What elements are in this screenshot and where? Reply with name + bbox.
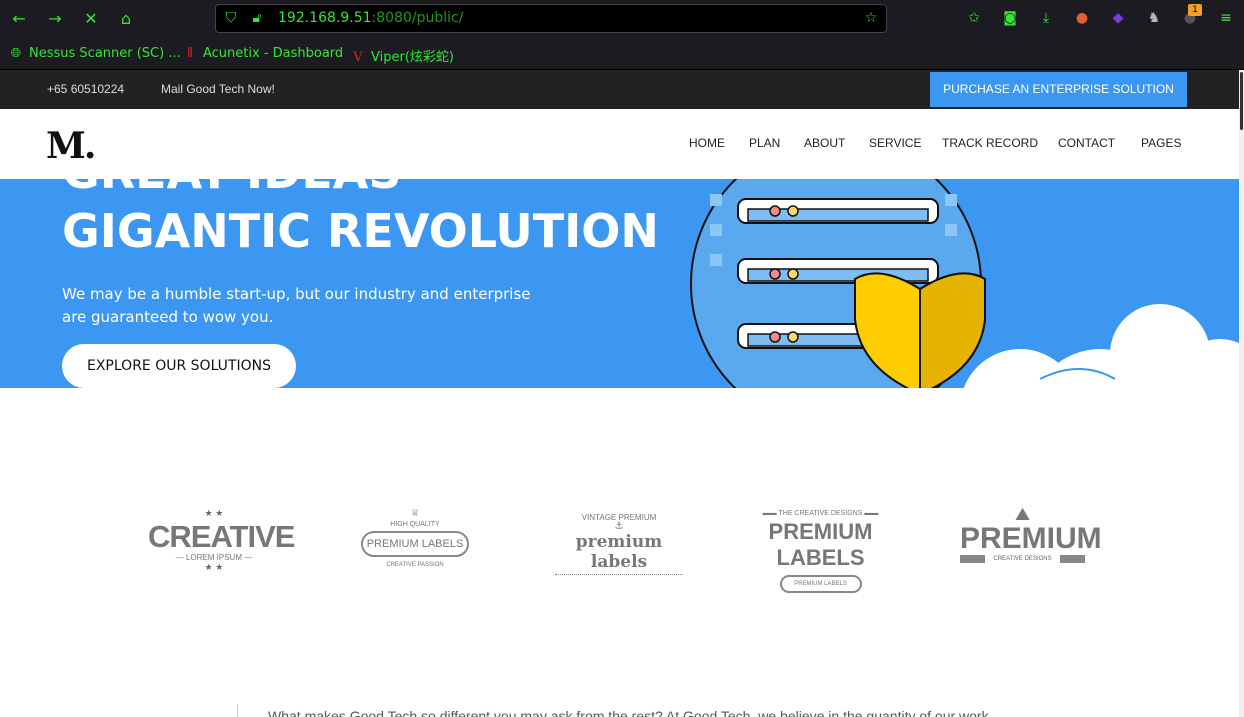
brand-creative: ★ ★ CREATIVE — LOREM IPSUM — ★ ★ — [148, 508, 295, 572]
brand4-sub: PREMIUM LABELS — [779, 575, 862, 593]
about-intro-text: What makes Good Tech so different you ma… — [268, 708, 989, 717]
extension-spy-icon[interactable]: ♞ — [1144, 8, 1164, 28]
extension-cookie-icon[interactable]: ● — [1072, 8, 1092, 28]
top-info-bar: +65 60510224 Mail Good Tech Now! PURCHAS… — [0, 70, 1239, 109]
brand4-main: PREMIUM LABELS — [768, 519, 873, 570]
reading-list-icon[interactable]: ✩ — [964, 8, 984, 28]
scrollbar-thumb[interactable] — [1240, 72, 1243, 130]
mail-link[interactable]: Mail Good Tech Now! — [161, 82, 275, 96]
hero-illustration — [690, 179, 1239, 388]
bookmark-acunetix[interactable]: ⦀ Acunetix - Dashboard — [182, 46, 343, 61]
mountain-icon: ⛰︎ — [1014, 504, 1031, 524]
nav-home[interactable]: HOME — [689, 136, 725, 150]
home-icon[interactable]: ⌂ — [115, 8, 137, 30]
site-logo[interactable]: M. — [46, 125, 96, 167]
browser-toolbar: ← → ✕ ⌂ ⛉ 🔓︎ 192.168.9.51:8080/public/ ☆… — [0, 0, 1244, 37]
menu-icon[interactable]: ≡ — [1216, 8, 1236, 28]
globe-icon: 🌐︎ — [10, 46, 22, 61]
shield-icon[interactable]: ⛉ — [222, 9, 240, 27]
brand3-main: premium labels — [555, 532, 683, 575]
brand4-top: ▬▬ THE CREATIVE DESIGNS ▬▬ — [762, 510, 879, 517]
brand-premium-labels-badge: ♕ HIGH QUALITY PREMIUM LABELS CREATIVE P… — [355, 508, 475, 588]
url-text[interactable]: 192.168.9.51:8080/public/ — [278, 10, 463, 26]
bookmark-star-icon[interactable]: ☆ — [862, 9, 880, 27]
explore-solutions-button[interactable]: EXPLORE OUR SOLUTIONS — [62, 344, 296, 388]
brand-creative-designs: ▬▬ THE CREATIVE DESIGNS ▬▬ PREMIUM LABEL… — [738, 510, 903, 593]
url-path: :8080/public/ — [371, 10, 464, 26]
brand-vintage-premium: VINTAGE PREMIUM ⚓︎ premium labels — [555, 513, 683, 575]
url-host: 192.168.9.51 — [278, 10, 372, 26]
notification-badge: 1 — [1188, 4, 1202, 16]
page-scrollbar[interactable] — [1239, 70, 1244, 717]
anchor-icon: ⚓︎ — [614, 521, 624, 532]
back-icon[interactable]: ← — [8, 8, 30, 30]
acunetix-icon: ⦀ — [187, 46, 193, 61]
hero-section: GREAT IDEAS GIGANTIC REVOLUTION We may b… — [0, 179, 1239, 388]
brands-section: ★ ★ CREATIVE — LOREM IPSUM — ★ ★ ♕ HIGH … — [0, 388, 1239, 717]
extension-purple-icon[interactable]: ◆ — [1108, 8, 1128, 28]
phone-number[interactable]: +65 60510224 — [47, 82, 124, 96]
insecure-lock-icon[interactable]: 🔓︎ — [248, 9, 266, 27]
crown-icon: ♕ — [410, 508, 420, 519]
brand4-top-text: THE CREATIVE DESIGNS — [778, 510, 863, 517]
nav-plan[interactable]: PLAN — [749, 136, 780, 150]
bookmark-label: Acunetix - Dashboard — [203, 46, 344, 61]
brand5-sub: CREATIVE DESIGNS — [960, 555, 1085, 563]
bookmark-label: Nessus Scanner (SC) ... — [29, 46, 181, 61]
brand2-top: HIGH QUALITY — [390, 521, 440, 528]
nav-pages[interactable]: PAGES — [1141, 136, 1181, 150]
bookmark-label: Viper(炫彩蛇) — [371, 50, 454, 65]
brand5-main: PREMIUM — [960, 522, 1102, 555]
stop-icon[interactable]: ✕ — [80, 8, 102, 30]
brand-creative-main: CREATIVE — [148, 519, 295, 554]
main-navbar: M. HOME PLAN ABOUT SERVICE TRACK RECORD … — [0, 109, 1239, 179]
forward-icon[interactable]: → — [44, 8, 66, 30]
page-viewport: +65 60510224 Mail Good Tech Now! PURCHAS… — [0, 70, 1239, 717]
download-icon[interactable]: ⤓ — [1036, 8, 1056, 28]
nav-contact[interactable]: CONTACT — [1058, 136, 1115, 150]
divider — [237, 704, 238, 717]
hero-title-line1: GREAT IDEAS — [62, 179, 401, 199]
address-bar[interactable]: ⛉ 🔓︎ 192.168.9.51:8080/public/ ☆ — [215, 4, 887, 33]
pocket-icon[interactable]: ◙ — [1000, 8, 1020, 28]
bookmark-viper[interactable]: V Viper(炫彩蛇) — [350, 46, 454, 65]
hero-subtitle: We may be a humble start-up, but our ind… — [62, 285, 531, 326]
brand-creative-sub-text: LOREM IPSUM — [185, 553, 242, 562]
hero-title-line2: GIGANTIC REVOLUTION — [62, 204, 659, 258]
viper-icon: V — [353, 50, 363, 65]
brand-premium-mountain: ⛰︎ PREMIUM CREATIVE DESIGNS — [960, 504, 1102, 580]
nav-about[interactable]: ABOUT — [804, 136, 845, 150]
nav-track-record[interactable]: TRACK RECORD — [942, 136, 1038, 150]
brand2-main: PREMIUM LABELS — [361, 531, 469, 557]
bookmark-nessus[interactable]: 🌐︎ Nessus Scanner (SC) ... — [8, 46, 181, 61]
nav-service[interactable]: SERVICE — [869, 136, 921, 150]
purchase-enterprise-button[interactable]: PURCHASE AN ENTERPRISE SOLUTION — [930, 72, 1187, 107]
bookmarks-bar: 🌐︎ Nessus Scanner (SC) ... ⦀ Acunetix - Da… — [0, 37, 1244, 70]
brand2-sub: CREATIVE PASSION — [386, 562, 444, 568]
